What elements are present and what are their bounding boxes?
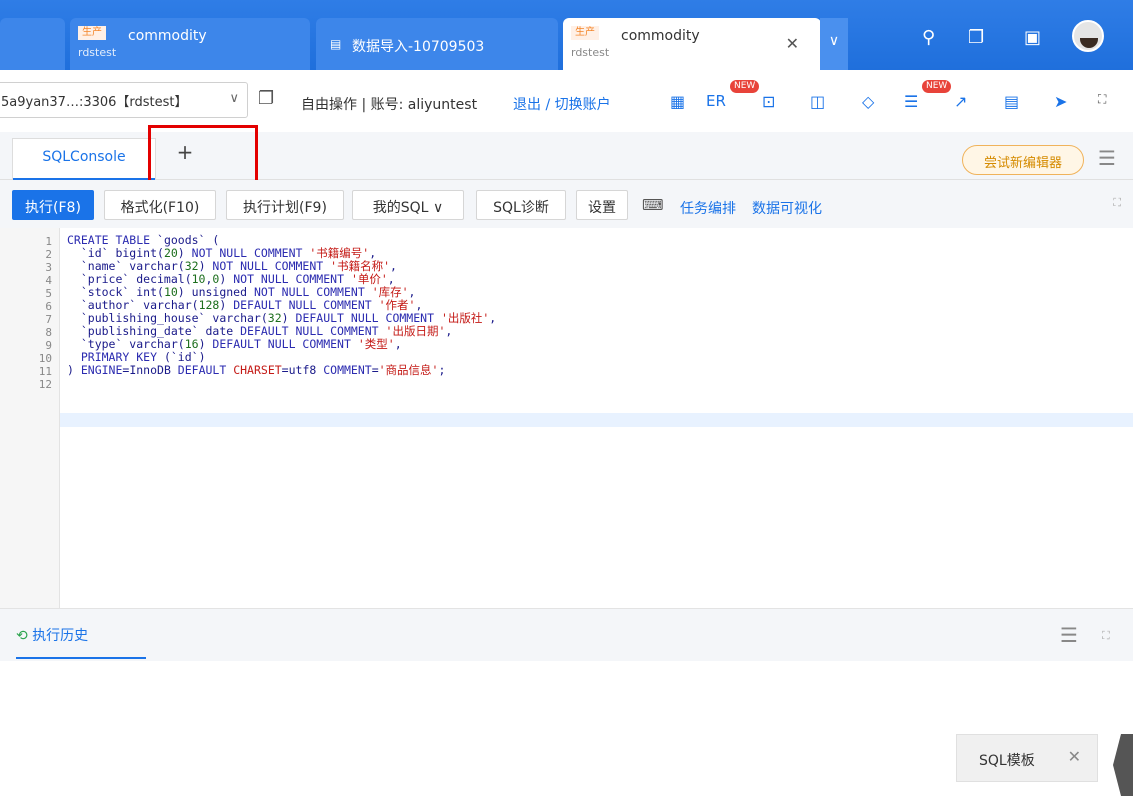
- side-panel-handle[interactable]: [1113, 734, 1133, 796]
- data-viz-link[interactable]: 数据可视化: [752, 198, 822, 218]
- chevron-down-icon: ∨: [828, 33, 840, 49]
- close-icon[interactable]: ✕: [786, 34, 799, 53]
- connection-toolbar: 5a9yan37…:3306【rdstest】 ∨ ❐ 自由操作 | 账号: a…: [0, 70, 1133, 132]
- chevron-down-icon: ∨: [432, 200, 444, 216]
- line-number: 1: [45, 235, 52, 248]
- tab-collapsed[interactable]: [0, 18, 65, 70]
- tab-db: rdstest: [78, 46, 117, 59]
- chevron-down-icon: ∨: [229, 91, 239, 106]
- env-badge: 生产: [78, 26, 106, 40]
- account-mode: 自由操作 | 账号: aliyuntest: [301, 97, 478, 113]
- line-number: 4: [45, 274, 52, 287]
- sql-template-panel[interactable]: SQL模板 ✕: [956, 734, 1098, 782]
- action-bar: 执行(F8) 格式化(F10) 执行计划(F9) 我的SQL ∨ SQL诊断 设…: [0, 180, 1133, 228]
- logout-switch-link[interactable]: 退出 / 切换账户: [513, 94, 611, 114]
- keyboard-icon[interactable]: ⌨: [642, 196, 664, 214]
- line-number: 8: [45, 326, 52, 339]
- task-orchestration-link[interactable]: 任务编排: [680, 198, 736, 218]
- line-number: 6: [45, 300, 52, 313]
- env-badge: 生产: [571, 26, 599, 40]
- search-icon[interactable]: ⚲: [922, 27, 935, 48]
- current-line-highlight: [60, 413, 1133, 427]
- tab-data-import[interactable]: ▤ 数据导入-10709503: [316, 18, 558, 70]
- copy-icon[interactable]: ❐: [968, 27, 984, 48]
- expand-icon[interactable]: ⛶: [1113, 196, 1121, 210]
- connection-select[interactable]: 5a9yan37…:3306【rdstest】 ∨: [0, 82, 248, 118]
- document-icon: ▤: [330, 37, 342, 51]
- monitor-icon[interactable]: ◫: [810, 92, 825, 111]
- tab-dropdown-button[interactable]: ∨: [820, 18, 848, 70]
- try-new-editor-button[interactable]: 尝试新编辑器: [962, 145, 1084, 175]
- format-button[interactable]: 格式化(F10): [104, 190, 216, 220]
- settings-button[interactable]: 设置: [576, 190, 628, 220]
- new-badge: NEW: [730, 80, 760, 93]
- history-icon: ⟲: [16, 628, 28, 644]
- my-sql-label: 我的SQL: [372, 200, 429, 216]
- send-icon[interactable]: ➤: [1054, 92, 1067, 111]
- panel-icon[interactable]: ▣: [1024, 27, 1041, 48]
- close-icon[interactable]: ✕: [1068, 747, 1081, 766]
- my-sql-dropdown[interactable]: 我的SQL ∨: [352, 190, 464, 220]
- avatar[interactable]: [1072, 20, 1104, 52]
- tab-commodity-1[interactable]: 生产 commodity rdstest: [70, 18, 310, 70]
- copy-icon[interactable]: ❐: [258, 88, 274, 109]
- tab-sqlconsole[interactable]: SQLConsole: [12, 138, 156, 180]
- tab-title: commodity: [621, 28, 700, 44]
- code-content[interactable]: CREATE TABLE `goods` ( `id` bigint(20) N…: [67, 234, 496, 377]
- tab-history[interactable]: ⟲ 执行历史: [16, 619, 146, 659]
- list-icon[interactable]: ☰: [904, 92, 918, 111]
- tab-title: commodity: [128, 28, 207, 44]
- line-number: 10: [38, 352, 52, 365]
- tab-title: 数据导入-10709503: [352, 39, 485, 55]
- fullscreen-icon[interactable]: ⛶: [1098, 92, 1106, 107]
- new-badge: NEW: [922, 80, 952, 93]
- run-button[interactable]: 执行(F8): [12, 190, 94, 220]
- line-number: 7: [45, 313, 52, 326]
- sql-editor[interactable]: 1 2 3 4 5 6 7 8 9 10 11 12 CREATE TABLE `goods` ( `…: [0, 228, 1133, 796]
- top-tab-bar: 生产 commodity rdstest ▤ 数据导入-10709503 生产 …: [0, 0, 1133, 70]
- er-button[interactable]: ER: [706, 92, 726, 110]
- connection-label: 5a9yan37…:3306【rdstest】: [1, 95, 188, 110]
- line-number: 2: [45, 248, 52, 261]
- book-icon[interactable]: ▤: [1004, 92, 1019, 111]
- menu-icon[interactable]: ☰: [1060, 623, 1078, 647]
- menu-icon[interactable]: ☰: [1098, 146, 1116, 170]
- line-number: 9: [45, 339, 52, 352]
- export-icon[interactable]: ↗: [954, 92, 967, 111]
- sql-template-label: SQL模板: [979, 753, 1035, 769]
- expand-icon[interactable]: ⛶: [1102, 629, 1110, 643]
- line-number: 12: [38, 378, 52, 391]
- line-number: 11: [38, 365, 52, 378]
- history-label: 执行历史: [32, 628, 89, 644]
- line-number: 5: [45, 287, 52, 300]
- sql-diagnose-button[interactable]: SQL诊断: [476, 190, 566, 220]
- tab-commodity-active[interactable]: 生产 commodity rdstest ✕: [563, 18, 821, 70]
- line-number: 3: [45, 261, 52, 274]
- tab-db: rdstest: [571, 46, 610, 59]
- table-icon[interactable]: ▦: [670, 92, 685, 111]
- history-panel: ⟲ 执行历史 ☰ ⛶: [0, 608, 1133, 661]
- explain-button[interactable]: 执行计划(F9): [226, 190, 344, 220]
- chart-icon[interactable]: ⊡: [762, 92, 775, 111]
- shield-icon[interactable]: ◇: [862, 92, 874, 111]
